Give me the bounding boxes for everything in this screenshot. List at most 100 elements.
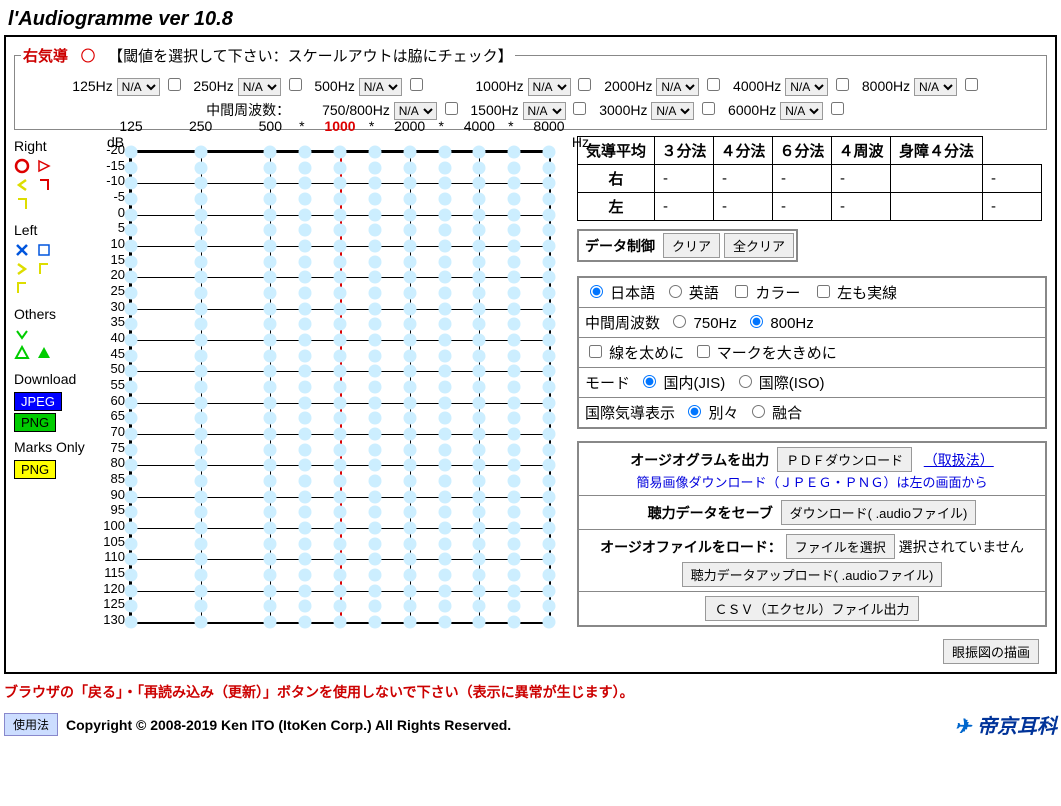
yaxis-65: 65 bbox=[101, 408, 125, 423]
yaxis-75: 75 bbox=[101, 440, 125, 455]
pdf-download-button[interactable]: ＰＤＦダウンロード bbox=[777, 447, 912, 472]
browser-warning: ブラウザの「戻る」・「再読み込み（更新）」ボタンを使用しないで下さい（表示に異常… bbox=[4, 682, 634, 702]
yaxis-15: 15 bbox=[101, 252, 125, 267]
freq-125Hz-scaleout[interactable] bbox=[168, 78, 181, 91]
intl-sep-radio[interactable]: 別々 bbox=[683, 405, 738, 422]
choose-file-button[interactable]: ファイルを選択 bbox=[786, 534, 895, 559]
legend-instruction: 【閾値を選択して下さい：スケールアウトは脇にチェック】 bbox=[108, 48, 513, 65]
freq-1000Hz-select[interactable]: N/A bbox=[528, 78, 571, 96]
freq-8000Hz-scaleout[interactable] bbox=[965, 78, 978, 91]
lang-en-radio[interactable]: 英語 bbox=[664, 285, 719, 302]
freq-2000Hz-scaleout[interactable] bbox=[707, 78, 720, 91]
freq-125Hz-select[interactable]: N/A bbox=[117, 78, 160, 96]
freq-250Hz-scaleout[interactable] bbox=[289, 78, 302, 91]
mid-750-radio[interactable]: 750Hz bbox=[668, 315, 737, 332]
main-panel: 右気導 〇 【閾値を選択して下さい：スケールアウトは脇にチェック】 125Hz … bbox=[4, 35, 1057, 674]
yaxis-120: 120 bbox=[101, 581, 125, 596]
nystagmus-button[interactable]: 眼振図の描画 bbox=[943, 639, 1039, 664]
xaxis-2000: 2000 bbox=[390, 118, 430, 134]
yaxis-55: 55 bbox=[101, 377, 125, 392]
data-control-box: データ制御 クリア 全クリア bbox=[577, 229, 798, 262]
intl-merge-radio[interactable]: 融合 bbox=[747, 405, 802, 422]
usage-button[interactable]: 使用法 bbox=[4, 713, 58, 736]
left-solid-checkbox[interactable]: 左も実線 bbox=[813, 285, 897, 302]
yaxis-125: 125 bbox=[101, 596, 125, 611]
yaxis-50: 50 bbox=[101, 361, 125, 376]
freq-1000Hz-scaleout[interactable] bbox=[578, 78, 591, 91]
mode-label: モード bbox=[585, 375, 630, 392]
download-audio-button[interactable]: ダウンロード( .audioファイル) bbox=[781, 500, 977, 525]
xaxis-8000: 8000 bbox=[529, 118, 569, 134]
howto-link[interactable]: （取扱法） bbox=[924, 452, 994, 468]
png-marks-button[interactable]: PNG bbox=[14, 460, 56, 479]
freq-1500Hz-scaleout[interactable] bbox=[573, 102, 586, 115]
yaxis-115: 115 bbox=[101, 565, 125, 580]
left-air-masked-icon[interactable] bbox=[36, 242, 52, 258]
star-icon: * bbox=[508, 118, 513, 134]
yaxis-80: 80 bbox=[101, 455, 125, 470]
freq-500Hz-scaleout[interactable] bbox=[410, 78, 423, 91]
freq-6000Hz-scaleout[interactable] bbox=[831, 102, 844, 115]
freq-2000Hz-select[interactable]: N/A bbox=[656, 78, 699, 96]
yaxis--5: -5 bbox=[101, 189, 125, 204]
mid-freq-label: 中間周波数： bbox=[206, 100, 290, 120]
right-air-masked-icon[interactable] bbox=[36, 158, 52, 174]
big-marks-checkbox[interactable]: マークを大きめに bbox=[693, 345, 837, 362]
other-down-icon[interactable] bbox=[14, 326, 30, 342]
right-bone-icon[interactable] bbox=[14, 177, 30, 193]
jpeg-button[interactable]: JPEG bbox=[14, 392, 62, 411]
right-nr-icon[interactable] bbox=[14, 196, 30, 212]
right-bone-masked-icon[interactable] bbox=[36, 177, 52, 193]
xaxis-500: 500 bbox=[250, 118, 290, 134]
left-air-icon[interactable] bbox=[14, 242, 30, 258]
yaxis-25: 25 bbox=[101, 283, 125, 298]
xaxis-4000: 4000 bbox=[459, 118, 499, 134]
average-table: 気導平均３分法４分法６分法４周波身障４分法 右----- 左----- bbox=[577, 136, 1042, 221]
mid-freq-row: 中間周波数： 750/800Hz N/A 1500Hz N/A 3000Hz N… bbox=[21, 99, 1040, 120]
thick-line-checkbox[interactable]: 線を太めに bbox=[585, 345, 684, 362]
freq-250Hz-select[interactable]: N/A bbox=[238, 78, 281, 96]
freq-8000Hz-select[interactable]: N/A bbox=[914, 78, 957, 96]
freq-3000Hz-scaleout[interactable] bbox=[702, 102, 715, 115]
data-control-title: データ制御 bbox=[581, 236, 659, 256]
upload-audio-button[interactable]: 聴力データアップロード( .audioファイル) bbox=[682, 562, 943, 587]
lang-jp-radio[interactable]: 日本語 bbox=[585, 285, 655, 302]
other-tri-fill-icon[interactable] bbox=[36, 345, 52, 361]
yaxis-40: 40 bbox=[101, 330, 125, 345]
other-tri-icon[interactable] bbox=[14, 345, 30, 361]
left-nr-icon[interactable] bbox=[14, 280, 30, 296]
freq-4000Hz-scaleout[interactable] bbox=[836, 78, 849, 91]
mid-800-radio[interactable]: 800Hz bbox=[745, 315, 814, 332]
xaxis-125: 125 bbox=[111, 118, 151, 134]
right-air-icon[interactable] bbox=[14, 158, 30, 174]
freq-6000Hz-select[interactable]: N/A bbox=[780, 102, 823, 120]
right-panel: 気導平均３分法４分法６分法４周波身障４分法 右----- 左----- データ制… bbox=[577, 136, 1047, 664]
png-button[interactable]: PNG bbox=[14, 413, 56, 432]
yaxis-20: 20 bbox=[101, 267, 125, 282]
csv-export-button[interactable]: ＣＳＶ（エクセル）ファイル出力 bbox=[705, 596, 918, 621]
freq-500Hz-select[interactable]: N/A bbox=[359, 78, 402, 96]
clear-button[interactable]: クリア bbox=[663, 233, 720, 258]
mode-jis-radio[interactable]: 国内(JIS) bbox=[638, 375, 725, 392]
left-bone-masked-icon[interactable] bbox=[36, 261, 52, 277]
freq-4000Hz-select[interactable]: N/A bbox=[785, 78, 828, 96]
yaxis-130: 130 bbox=[101, 612, 125, 627]
hz-axis-label: Hz bbox=[572, 134, 589, 150]
main-freq-row: 125Hz N/A 250Hz N/A 500Hz N/A 1000Hz N/A… bbox=[21, 75, 1040, 96]
freq-750/800Hz-scaleout[interactable] bbox=[445, 102, 458, 115]
freq-3000Hz-select[interactable]: N/A bbox=[651, 102, 694, 120]
mode-iso-radio[interactable]: 国際(ISO) bbox=[734, 375, 825, 392]
xaxis-250: 250 bbox=[181, 118, 221, 134]
left-bone-icon[interactable] bbox=[14, 261, 30, 277]
output-audiogram-label: オージオグラムを出力 bbox=[630, 452, 769, 468]
yaxis-90: 90 bbox=[101, 487, 125, 502]
audiogram-chart[interactable]: dB Hz 1252505001000200040008000****-20-1… bbox=[129, 136, 569, 626]
color-checkbox[interactable]: カラー bbox=[731, 285, 800, 302]
yaxis-105: 105 bbox=[101, 534, 125, 549]
clear-all-button[interactable]: 全クリア bbox=[724, 233, 794, 258]
copyright-text: Copyright © 2008-2019 Ken ITO (ItoKen Co… bbox=[66, 717, 511, 733]
mid-freq-opt-label: 中間周波数 bbox=[585, 315, 660, 332]
yaxis-85: 85 bbox=[101, 471, 125, 486]
intl-label: 国際気導表示 bbox=[585, 405, 675, 422]
logo: ✈ 帝京耳科 bbox=[955, 710, 1057, 739]
